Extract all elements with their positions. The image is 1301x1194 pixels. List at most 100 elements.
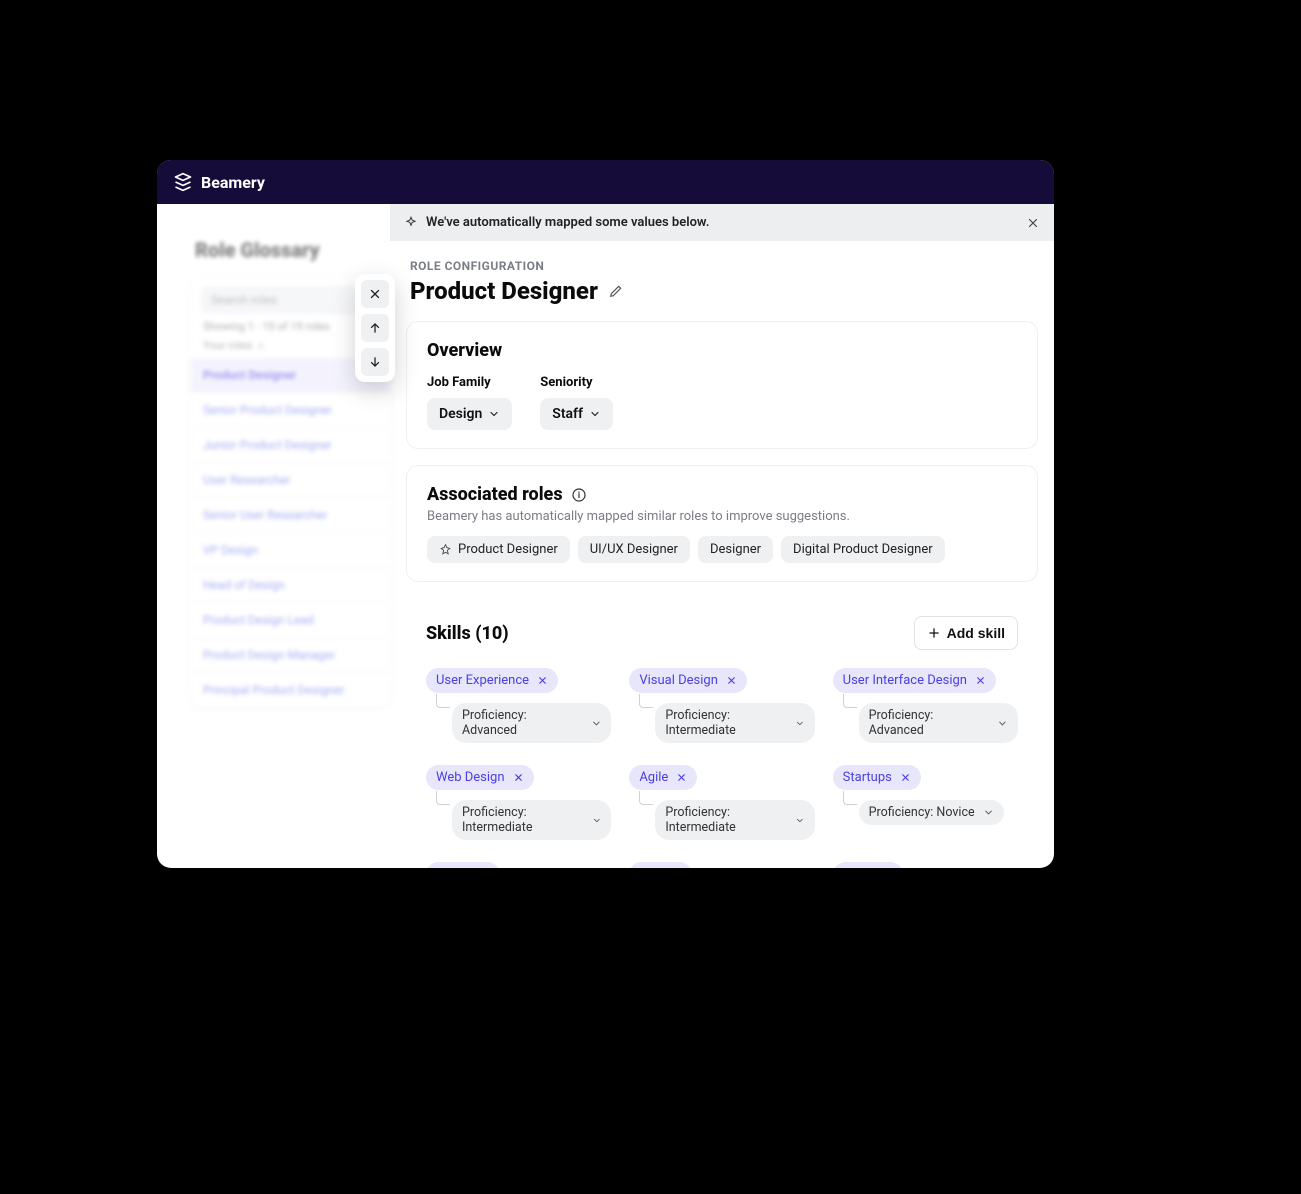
banner-close-button[interactable] (1026, 216, 1040, 230)
skill-block: User Experience Proficiency: Advanced (426, 668, 611, 743)
your-roles-filter[interactable]: Your roles (203, 339, 378, 352)
job-family-field: Job Family Design (427, 375, 512, 430)
proficiency-value: Proficiency: Intermediate (462, 805, 584, 835)
sidebar: Role Glossary Search roles Showing 1 - 1… (157, 204, 390, 868)
close-icon (726, 675, 737, 686)
proficiency-value: Proficiency: Intermediate (665, 805, 787, 835)
overview-card: Overview Job Family Design Seniority Sta… (406, 321, 1038, 449)
edit-title-button[interactable] (608, 283, 624, 299)
proficiency-select[interactable]: Proficiency: Intermediate (452, 800, 611, 840)
role-item[interactable]: Senior User Researcher (191, 497, 390, 532)
proficiency-value: Proficiency: Novice (869, 805, 975, 820)
chevron-down-icon (591, 718, 602, 729)
job-family-label: Job Family (427, 375, 512, 390)
skill-tag[interactable]: HTML (426, 862, 500, 868)
close-panel-button[interactable] (361, 280, 389, 308)
skills-grid: User Experience Proficiency: Advanced Visu… (426, 668, 1018, 868)
role-item[interactable]: Head of Design (191, 567, 390, 602)
seniority-select[interactable]: Staff (540, 398, 613, 430)
overview-heading: Overview (427, 340, 1017, 361)
close-icon (900, 772, 911, 783)
skill-tag[interactable]: Visual Design (629, 668, 747, 693)
seniority-field: Seniority Staff (540, 375, 613, 430)
seniority-value: Staff (552, 406, 583, 422)
seniority-label: Seniority (540, 375, 613, 390)
role-item[interactable]: Principal Product Designer (191, 672, 390, 707)
skill-tag[interactable]: User Experience (426, 668, 558, 693)
proficiency-select[interactable]: Proficiency: Novice (859, 800, 1004, 825)
job-family-select[interactable]: Design (427, 398, 512, 430)
search-input[interactable]: Search roles (201, 286, 380, 314)
role-item[interactable]: Junior Product Designer (191, 427, 390, 462)
proficiency-select[interactable]: Proficiency: Intermediate (655, 703, 814, 743)
add-skill-label: Add skill (947, 625, 1005, 641)
chevron-down-icon (997, 718, 1008, 729)
app-shell: Beamery Role Glossary Search roles Showi… (157, 160, 1054, 868)
close-icon (513, 772, 524, 783)
remove-skill-button[interactable] (537, 675, 548, 686)
next-role-button[interactable] (361, 348, 389, 376)
chip-label: Designer (710, 542, 761, 557)
role-item[interactable]: Senior Product Designer (191, 392, 390, 427)
close-icon (676, 772, 687, 783)
remove-skill-button[interactable] (900, 772, 911, 783)
chip-label: UI/UX Designer (590, 542, 678, 557)
arrow-down-icon (368, 355, 382, 369)
info-icon (571, 487, 587, 503)
connector-line (639, 791, 653, 805)
skill-block: SCSSProficiency: Novice (833, 862, 1018, 868)
chevron-down-icon (592, 815, 602, 826)
skill-block: Web Design Proficiency: Intermediate (426, 765, 611, 840)
skill-block: HTMLProficiency: Novice (426, 862, 611, 868)
associated-chips: Product Designer UI/UX Designer Designer… (427, 536, 1017, 563)
proficiency-value: Proficiency: Intermediate (665, 708, 787, 738)
associated-chip[interactable]: UI/UX Designer (578, 536, 690, 563)
chevron-down-icon (795, 815, 805, 826)
close-icon (975, 675, 986, 686)
role-item[interactable]: Product Design Manager (191, 637, 390, 672)
star-icon (439, 543, 452, 556)
banner-text: We've automatically mapped some values b… (426, 215, 709, 230)
skill-tag[interactable]: Startups (833, 765, 921, 790)
remove-skill-button[interactable] (975, 675, 986, 686)
chevron-down-icon (488, 408, 500, 420)
skill-tag[interactable]: Agile (629, 765, 697, 790)
chevron-down-icon (589, 408, 601, 420)
chip-label: Product Designer (458, 542, 558, 557)
sidebar-title: Role Glossary (195, 238, 376, 262)
associated-chip[interactable]: Designer (698, 536, 773, 563)
chevron-down-icon (983, 807, 994, 818)
skill-tag[interactable]: Web Design (426, 765, 534, 790)
chevron-down-icon (795, 718, 805, 729)
remove-skill-button[interactable] (513, 772, 524, 783)
connector-line (436, 791, 450, 805)
panel-nav-controls (355, 274, 395, 382)
associated-roles-card: Associated roles Beamery has automatical… (406, 465, 1038, 582)
proficiency-select[interactable]: Proficiency: Intermediate (655, 800, 814, 840)
skill-block: User Interface Design Proficiency: Advanc… (833, 668, 1018, 743)
remove-skill-button[interactable] (676, 772, 687, 783)
connector-line (639, 694, 653, 708)
proficiency-select[interactable]: Proficiency: Advanced (859, 703, 1018, 743)
role-item[interactable]: VP Design (191, 532, 390, 567)
remove-skill-button[interactable] (726, 675, 737, 686)
content-area: Role Glossary Search roles Showing 1 - 1… (157, 204, 1054, 868)
associated-chip-primary[interactable]: Product Designer (427, 536, 570, 563)
results-count: Showing 1 - 10 of 19 roles (203, 320, 378, 333)
add-skill-button[interactable]: Add skill (914, 616, 1018, 650)
plus-icon (927, 626, 941, 640)
skill-tag[interactable]: SCSS (833, 862, 904, 868)
connector-line (436, 694, 450, 708)
associated-heading: Associated roles (427, 484, 563, 505)
pencil-icon (608, 283, 624, 299)
role-item[interactable]: Product Design Lead (191, 602, 390, 637)
chip-label: Digital Product Designer (793, 542, 933, 557)
connector-line (843, 791, 857, 805)
proficiency-select[interactable]: Proficiency: Advanced (452, 703, 611, 743)
info-tooltip-button[interactable] (571, 487, 587, 503)
role-item[interactable]: User Researcher (191, 462, 390, 497)
skill-tag[interactable]: CSS (629, 862, 692, 868)
previous-role-button[interactable] (361, 314, 389, 342)
associated-chip[interactable]: Digital Product Designer (781, 536, 945, 563)
skill-tag[interactable]: User Interface Design (833, 668, 996, 693)
